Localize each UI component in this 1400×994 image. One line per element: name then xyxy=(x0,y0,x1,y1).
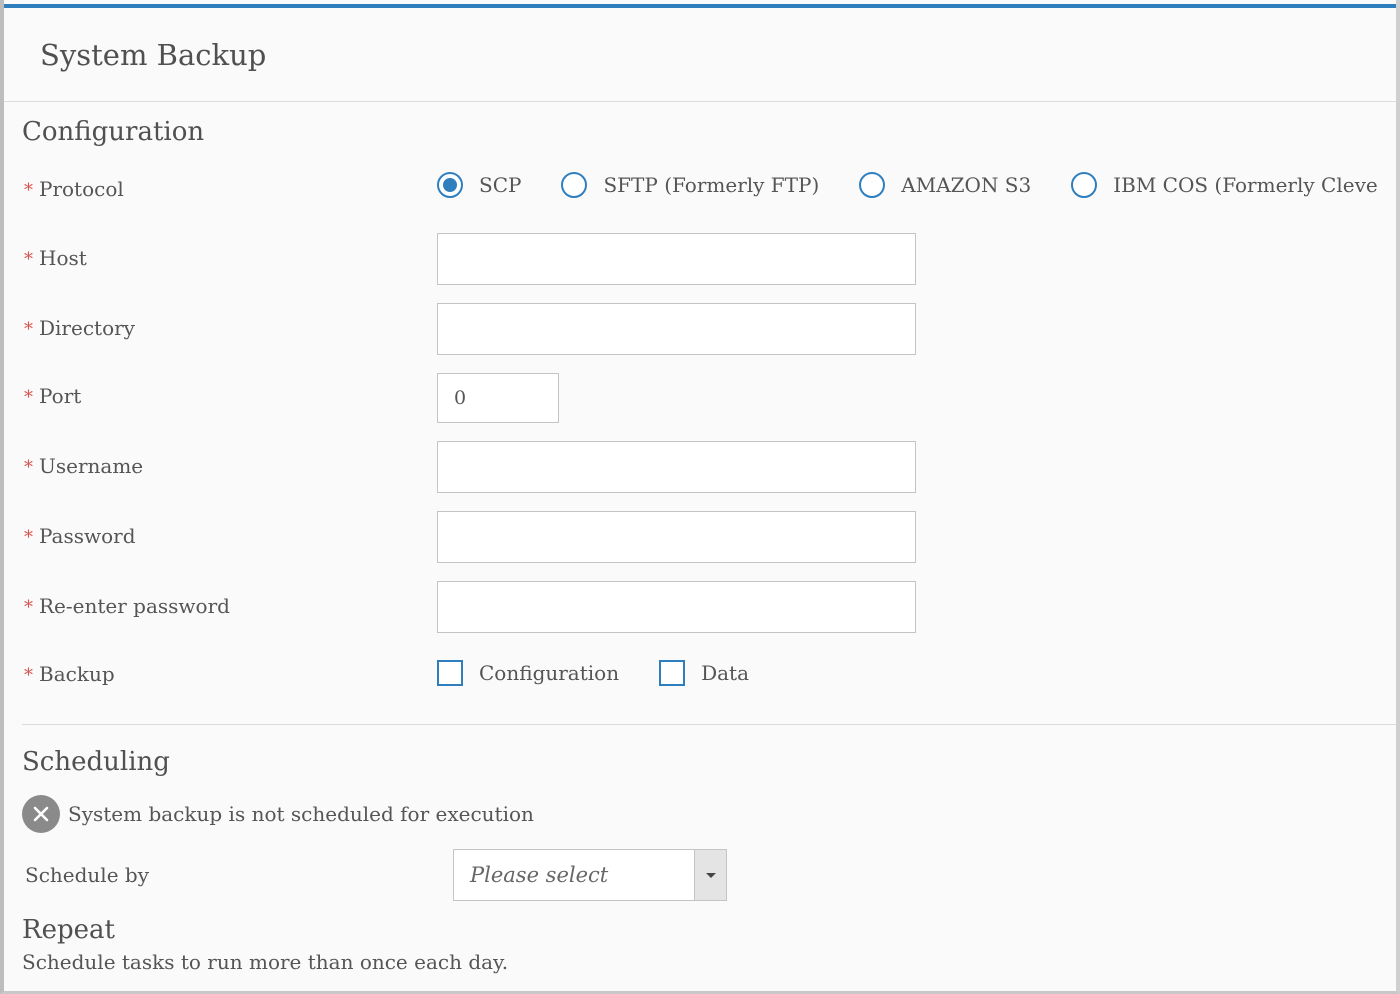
schedule-by-select[interactable]: Please select xyxy=(453,849,727,901)
reenter-password-label: * Re-enter password xyxy=(24,594,230,618)
directory-label: * Directory xyxy=(24,316,135,340)
radio-unselected-icon[interactable] xyxy=(561,172,588,198)
host-label: * Host xyxy=(24,246,87,270)
chevron-down-icon[interactable] xyxy=(694,850,726,900)
scheduling-section-title: Scheduling xyxy=(22,747,170,777)
schedule-by-label: Schedule by xyxy=(25,863,149,887)
schedule-status: System backup is not scheduled for execu… xyxy=(22,795,534,833)
repeat-description: Schedule tasks to run more than once eac… xyxy=(22,950,509,974)
configuration-section-title: Configuration xyxy=(22,117,205,147)
protocol-option-label: IBM COS (Formerly Cleve xyxy=(1113,173,1378,197)
checkbox-unchecked-icon[interactable] xyxy=(437,660,463,686)
schedule-by-selected-value: Please select xyxy=(470,863,609,887)
required-marker: * xyxy=(24,180,33,201)
backup-option-data[interactable]: Data xyxy=(659,660,749,686)
username-label: * Username xyxy=(24,454,144,478)
backup-checkbox-group: Configuration Data xyxy=(437,660,789,686)
schedule-status-text: System backup is not scheduled for execu… xyxy=(68,802,534,826)
checkbox-unchecked-icon[interactable] xyxy=(659,660,686,686)
backup-label: * Backup xyxy=(24,662,115,686)
protocol-label: * Protocol xyxy=(24,177,124,201)
protocol-option-scp[interactable]: SCP xyxy=(437,172,521,198)
username-input[interactable] xyxy=(437,441,916,493)
port-input[interactable] xyxy=(437,373,559,423)
protocol-option-label: AMAZON S3 xyxy=(901,173,1032,197)
header-divider xyxy=(4,101,1396,102)
reenter-password-input[interactable] xyxy=(437,581,916,633)
protocol-option-sftp[interactable]: SFTP (Formerly FTP) xyxy=(561,172,819,198)
directory-input[interactable] xyxy=(437,303,916,355)
accent-top-bar xyxy=(4,4,1396,8)
password-input[interactable] xyxy=(437,511,916,563)
repeat-title: Repeat xyxy=(22,915,115,945)
system-backup-panel: System Backup Configuration * Protocol SC… xyxy=(0,0,1400,994)
protocol-option-label: SFTP (Formerly FTP) xyxy=(603,173,820,197)
backup-option-label: Data xyxy=(701,661,750,685)
backup-option-label: Configuration xyxy=(479,661,620,685)
protocol-option-label: SCP xyxy=(479,173,522,197)
backup-option-configuration[interactable]: Configuration xyxy=(437,660,619,686)
password-label: * Password xyxy=(24,524,136,548)
host-input[interactable] xyxy=(437,233,916,285)
protocol-radio-group: SCP SFTP (Formerly FTP) AMAZON S3 IBM CO… xyxy=(437,172,1396,198)
radio-unselected-icon[interactable] xyxy=(859,172,886,198)
page-title: System Backup xyxy=(40,38,267,72)
radio-selected-icon[interactable] xyxy=(437,172,463,198)
section-divider xyxy=(22,724,1396,725)
not-scheduled-x-icon xyxy=(22,795,60,833)
port-label: * Port xyxy=(24,384,82,408)
protocol-option-amazon-s3[interactable]: AMAZON S3 xyxy=(859,172,1031,198)
protocol-option-ibm-cos[interactable]: IBM COS (Formerly Cleve xyxy=(1071,172,1378,198)
radio-unselected-icon[interactable] xyxy=(1071,172,1098,198)
